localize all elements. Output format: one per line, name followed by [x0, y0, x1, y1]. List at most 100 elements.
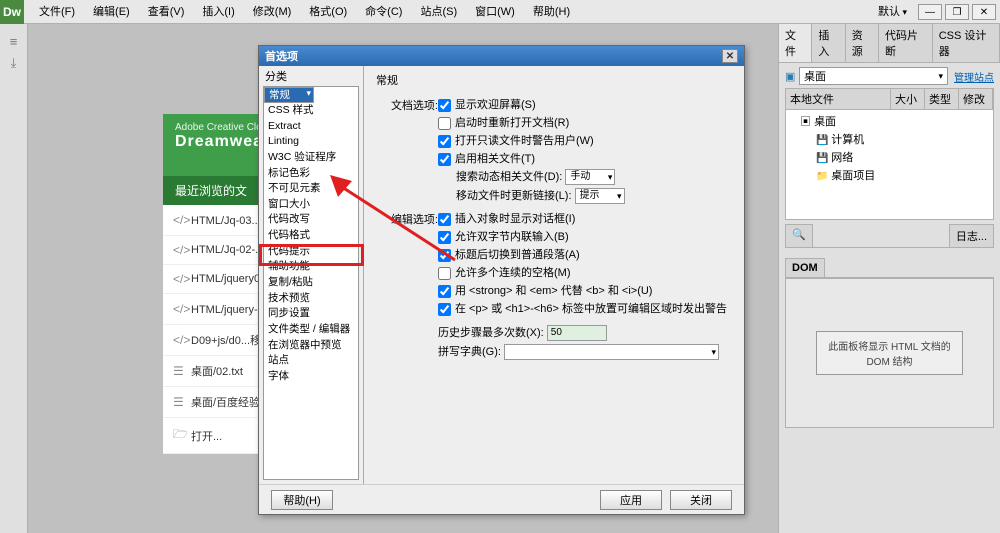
tab-assets[interactable]: 资源: [846, 24, 879, 62]
file-icon: </>: [173, 333, 191, 347]
col-name[interactable]: 本地文件: [786, 89, 891, 109]
category-item[interactable]: 字体: [264, 369, 358, 385]
col-type[interactable]: 类型: [925, 89, 959, 109]
tab-insert[interactable]: 插入: [812, 24, 845, 62]
category-item[interactable]: 同步设置: [264, 306, 358, 322]
doc-options-label: 文档选项:: [376, 96, 438, 206]
dict-select[interactable]: [504, 344, 719, 360]
menu-view[interactable]: 查看(V): [139, 0, 194, 24]
col-mod[interactable]: 修改: [959, 89, 993, 109]
dialog-title: 首选项: [265, 48, 298, 64]
file-name: 桌面/02.txt: [191, 363, 243, 379]
tree-desktop-items[interactable]: 桌面项目: [786, 166, 993, 184]
menu-help[interactable]: 帮助(H): [524, 0, 579, 24]
tab-snippets[interactable]: 代码片断: [879, 24, 933, 62]
dom-empty-msg: 此面板将显示 HTML 文档的 DOM 结构: [816, 331, 963, 375]
menu-modify[interactable]: 修改(M): [244, 0, 301, 24]
col-size[interactable]: 大小: [891, 89, 925, 109]
manage-sites-link[interactable]: 管理站点: [954, 69, 994, 84]
app-topbar: Dw 文件(F) 编辑(E) 查看(V) 插入(I) 修改(M) 格式(O) 命…: [0, 0, 1000, 24]
file-columns: 本地文件 大小 类型 修改: [785, 88, 994, 110]
cb-reopen[interactable]: 启动时重新打开文档(R): [438, 114, 732, 130]
category-item[interactable]: 技术预览: [264, 291, 358, 307]
category-item[interactable]: Extract: [264, 119, 358, 135]
row-search-dynamic: 搜索动态相关文件(D): 手动: [456, 168, 732, 185]
history-steps-input[interactable]: 50: [547, 325, 607, 341]
tab-dom[interactable]: DOM: [785, 258, 825, 277]
dom-panel: 此面板将显示 HTML 文档的 DOM 结构: [785, 278, 994, 428]
window-min-button[interactable]: —: [918, 4, 942, 20]
help-button[interactable]: 帮助(H): [271, 490, 333, 510]
cb-p-h-warn[interactable]: 在 <p> 或 <h1>-<h6> 标签中放置可编辑区域时发出警告: [438, 300, 732, 316]
close-button[interactable]: 关闭: [670, 490, 732, 510]
menu-edit[interactable]: 编辑(E): [84, 0, 139, 24]
category-item[interactable]: W3C 验证程序: [264, 150, 358, 166]
dialog-titlebar[interactable]: 首选项 ✕: [259, 46, 744, 66]
category-item[interactable]: 复制/粘贴: [264, 275, 358, 291]
row-history: 历史步骤最多次数(X): 50: [438, 324, 732, 341]
category-item[interactable]: 代码提示: [264, 244, 358, 260]
category-item[interactable]: 代码改写: [264, 212, 358, 228]
window-close-button[interactable]: ✕: [972, 4, 996, 20]
content-heading: 常规: [376, 72, 732, 88]
tree-desktop[interactable]: 桌面: [786, 112, 993, 130]
category-item[interactable]: 辅助功能: [264, 259, 358, 275]
sel-search-dynamic[interactable]: 手动: [565, 169, 615, 185]
tree-computer[interactable]: 计算机: [786, 130, 993, 148]
category-item[interactable]: 不可见元素: [264, 181, 358, 197]
file-icon: </>: [173, 243, 191, 257]
category-item[interactable]: 文件类型 / 编辑器: [264, 322, 358, 338]
dock-icon-1[interactable]: ≡: [0, 34, 27, 49]
category-item[interactable]: 标记色彩: [264, 166, 358, 182]
menu-window[interactable]: 窗口(W): [466, 0, 524, 24]
file-tree[interactable]: 桌面 计算机 网络 桌面项目: [785, 110, 994, 220]
menu-file[interactable]: 文件(F): [30, 0, 84, 24]
category-item[interactable]: 常规: [264, 87, 314, 103]
menu-insert[interactable]: 插入(I): [193, 0, 243, 24]
cb-heading[interactable]: 标题后切换到普通段落(A): [438, 246, 732, 262]
sel-move-links[interactable]: 提示: [575, 188, 625, 204]
text-icon: ☰: [173, 364, 191, 378]
dialog-close-button[interactable]: ✕: [722, 49, 738, 63]
category-list[interactable]: 常规CSS 样式ExtractLintingW3C 验证程序标记色彩不可见元素窗…: [263, 86, 359, 480]
right-panel-group: 文件 插入 资源 代码片断 CSS 设计器 ▣ 桌面 管理站点 本地文件 大小 …: [778, 24, 1000, 533]
category-item[interactable]: CSS 样式: [264, 103, 358, 119]
row-dict: 拼写字典(G):: [438, 343, 732, 360]
edit-options-label: 编辑选项:: [376, 210, 438, 362]
workspace-switcher[interactable]: 默认: [870, 0, 915, 24]
cb-related[interactable]: 启用相关文件(T): [438, 150, 732, 166]
menu-command[interactable]: 命令(C): [356, 0, 411, 24]
category-label: 分类: [259, 66, 363, 86]
tree-network[interactable]: 网络: [786, 148, 993, 166]
preferences-dialog: 首选项 ✕ 分类 常规CSS 样式ExtractLintingW3C 验证程序标…: [258, 45, 745, 515]
preferences-content: 常规 文档选项: 显示欢迎屏幕(S) 启动时重新打开文档(R) 打开只读文件时警…: [364, 66, 744, 484]
category-item[interactable]: 代码格式: [264, 228, 358, 244]
tab-search[interactable]: 🔍: [785, 224, 813, 247]
window-max-button[interactable]: ❐: [945, 4, 969, 20]
category-pane: 分类 常规CSS 样式ExtractLintingW3C 验证程序标记色彩不可见…: [259, 66, 364, 484]
menu-site[interactable]: 站点(S): [411, 0, 466, 24]
dock-icon-2[interactable]: ⤓: [0, 55, 27, 71]
file-icon: </>: [173, 272, 191, 286]
category-item[interactable]: 窗口大小: [264, 197, 358, 213]
app-logo: Dw: [0, 0, 24, 24]
apply-button[interactable]: 应用: [600, 490, 662, 510]
site-select[interactable]: 桌面: [799, 67, 948, 85]
dialog-button-bar: 帮助(H) 应用 关闭: [259, 484, 744, 514]
log-link[interactable]: 日志...: [949, 224, 994, 247]
category-item[interactable]: Linting: [264, 134, 358, 150]
file-name: 打开...: [191, 428, 222, 444]
category-item[interactable]: 站点: [264, 353, 358, 369]
tab-files[interactable]: 文件: [779, 24, 812, 62]
menu-format[interactable]: 格式(O): [300, 0, 356, 24]
tab-css-designer[interactable]: CSS 设计器: [933, 24, 1000, 62]
category-item[interactable]: 在浏览器中预览: [264, 338, 358, 354]
cb-spaces[interactable]: 允许多个连续的空格(M): [438, 264, 732, 280]
cb-welcome[interactable]: 显示欢迎屏幕(S): [438, 96, 732, 112]
cb-warn-readonly[interactable]: 打开只读文件时警告用户(W): [438, 132, 732, 148]
cb-insert-dlg[interactable]: 插入对象时显示对话框(I): [438, 210, 732, 226]
left-dock: ≡ ⤓: [0, 24, 28, 533]
mid-tabs: 🔍 日志...: [785, 224, 994, 248]
cb-dbc[interactable]: 允许双字节内联输入(B): [438, 228, 732, 244]
cb-strong[interactable]: 用 <strong> 和 <em> 代替 <b> 和 <i>(U): [438, 282, 732, 298]
